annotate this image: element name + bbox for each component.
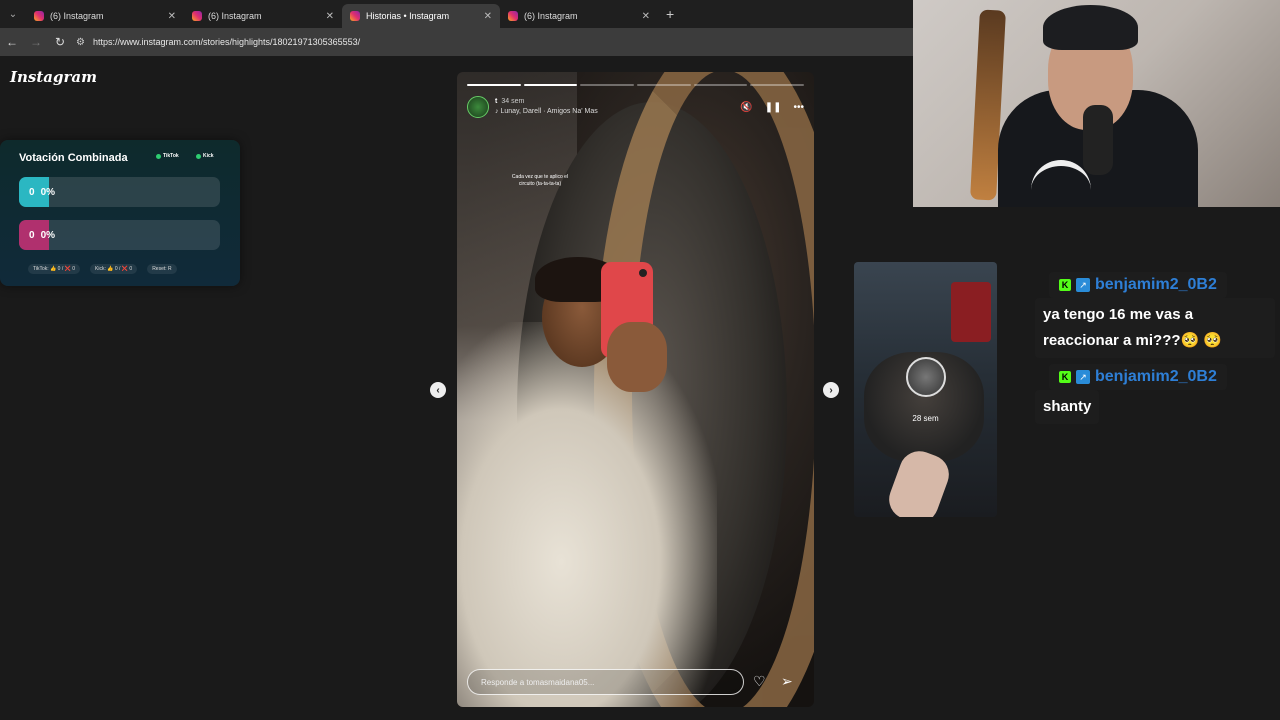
story-progress-segment <box>750 84 805 86</box>
story-song-title: Lunay, Darell · Amigos Na' Mas <box>500 108 598 115</box>
tab-title: (6) Instagram <box>208 11 262 21</box>
poll-tiktok-votes: TikTok: 👍 0 / ❌ 0 <box>28 264 80 274</box>
new-tab-button[interactable]: + <box>666 6 674 22</box>
story-header: t 34 sem ♪ Lunay, Darell · Amigos Na' Mas… <box>467 94 804 120</box>
browser-tab[interactable]: (6) Instagram ✕ <box>500 4 658 28</box>
chevron-right-icon[interactable]: › <box>823 382 839 398</box>
url-text: https://www.instagram.com/stories/highli… <box>92 37 361 47</box>
instagram-favicon-icon <box>508 11 518 21</box>
story-progress-segment <box>637 84 691 86</box>
heart-icon[interactable]: ♡ <box>753 673 766 690</box>
tab-close-icon[interactable]: ✕ <box>484 11 492 22</box>
preview-avatar <box>906 357 946 397</box>
story-progress-segment <box>580 84 635 86</box>
story-image-phone-camera <box>639 269 647 277</box>
chat-message: ya tengo 16 me vas a reaccionar a mi???🥺… <box>1035 298 1275 358</box>
tab-title: (6) Instagram <box>50 11 104 21</box>
webcam-microphone <box>1083 105 1113 175</box>
story-progress <box>467 84 805 86</box>
pause-icon[interactable]: ❚❚ <box>765 102 782 113</box>
story-progress-segment <box>467 84 521 86</box>
tune-icon[interactable]: ⚙ <box>76 37 85 48</box>
instagram-favicon-icon <box>34 11 44 21</box>
subscriber-badge-icon: ↗ <box>1076 278 1090 292</box>
url-field[interactable]: ⚙ https://www.instagram.com/stories/high… <box>76 31 905 53</box>
poll-option-1: 0 0% <box>19 177 220 207</box>
kick-icon: K <box>1059 279 1071 291</box>
tab-close-icon[interactable]: ✕ <box>642 11 650 22</box>
poll-badge-kick: Kick <box>196 153 214 159</box>
preview-image-shirt <box>951 282 991 342</box>
poll-widget: Votación Combinada TikTok Kick 0 0% 0 0%… <box>0 140 240 286</box>
story-username[interactable]: t <box>495 98 497 105</box>
story-progress-segment <box>693 84 748 86</box>
story-image-hoodie <box>457 322 717 707</box>
instagram-favicon-icon <box>350 11 360 21</box>
story-meta: t 34 sem ♪ Lunay, Darell · Amigos Na' Mas <box>495 97 598 117</box>
poll-percent: 0% <box>40 186 56 198</box>
poll-kick-votes: Kick: 👍 0 / ❌ 0 <box>90 264 138 274</box>
poll-title: Votación Combinada <box>19 152 128 164</box>
browser-tab[interactable]: (6) Instagram ✕ <box>184 4 342 28</box>
webcam-cap <box>1043 5 1138 50</box>
tab-strip: ⌄ (6) Instagram ✕ (6) Instagram ✕ Histor… <box>0 0 913 28</box>
next-story-preview[interactable]: 28 sem <box>854 262 997 517</box>
chat-username-text: benjamim2_0B2 <box>1095 368 1217 385</box>
story-viewer[interactable]: t 34 sem ♪ Lunay, Darell · Amigos Na' Mas… <box>457 72 814 707</box>
arrow-right-icon[interactable]: → <box>24 35 48 49</box>
story-caption: Cada vez que te aplico el circuito (ta-t… <box>511 174 569 187</box>
arrow-left-icon[interactable]: ← <box>0 35 24 49</box>
poll-count: 0 <box>29 229 35 241</box>
tab-title: (6) Instagram <box>524 11 578 21</box>
poll-count: 0 <box>29 186 35 198</box>
send-icon[interactable]: ➢ <box>781 673 793 690</box>
poll-badge-tiktok: TikTok <box>156 153 179 159</box>
story-time: 34 sem <box>501 98 525 105</box>
tab-close-icon[interactable]: ✕ <box>168 11 176 22</box>
poll-percent: 0% <box>40 229 56 241</box>
chat-username: K ↗ benjamim2_0B2 <box>1049 364 1227 390</box>
address-bar: ← → ↻ ⚙ https://www.instagram.com/storie… <box>0 28 913 56</box>
story-avatar[interactable] <box>467 96 489 118</box>
preview-time: 28 sem <box>912 414 939 423</box>
poll-option-2: 0 0% <box>19 220 220 250</box>
tab-close-icon[interactable]: ✕ <box>326 11 334 22</box>
reload-icon[interactable]: ↻ <box>48 35 72 49</box>
story-song[interactable]: ♪ Lunay, Darell · Amigos Na' Mas <box>495 107 598 117</box>
subscriber-badge-icon: ↗ <box>1076 370 1090 384</box>
browser-tab-active[interactable]: Historias • Instagram ✕ <box>342 4 500 28</box>
instagram-logo[interactable]: Instagram <box>10 68 97 86</box>
story-controls: 🔇 ❚❚ ••• <box>740 102 804 113</box>
streamer-webcam <box>913 0 1280 207</box>
tab-title: Historias • Instagram <box>366 11 450 21</box>
kick-icon: K <box>1059 371 1071 383</box>
instagram-favicon-icon <box>192 11 202 21</box>
more-horizontal-icon[interactable]: ••• <box>793 102 804 113</box>
chat-message: shanty <box>1035 390 1100 424</box>
reply-placeholder: Responde a tomasmaidana05... <box>481 677 595 687</box>
story-image-hand <box>607 322 667 392</box>
chat-username: K ↗ benjamim2_0B2 <box>1049 272 1227 298</box>
browser-tab[interactable]: (6) Instagram ✕ <box>26 4 184 28</box>
story-reply-input[interactable]: Responde a tomasmaidana05... <box>467 669 744 695</box>
chat-username-text: benjamim2_0B2 <box>1095 276 1217 293</box>
story-progress-segment <box>523 84 578 86</box>
tab-search-menu-icon[interactable]: ⌄ <box>0 0 26 28</box>
poll-footer: TikTok: 👍 0 / ❌ 0 Kick: 👍 0 / ❌ 0 Reset:… <box>28 264 177 274</box>
chevron-left-icon[interactable]: ‹ <box>430 382 446 398</box>
poll-reset: Reset: R <box>147 264 177 274</box>
muted-speaker-icon[interactable]: 🔇 <box>740 102 752 113</box>
